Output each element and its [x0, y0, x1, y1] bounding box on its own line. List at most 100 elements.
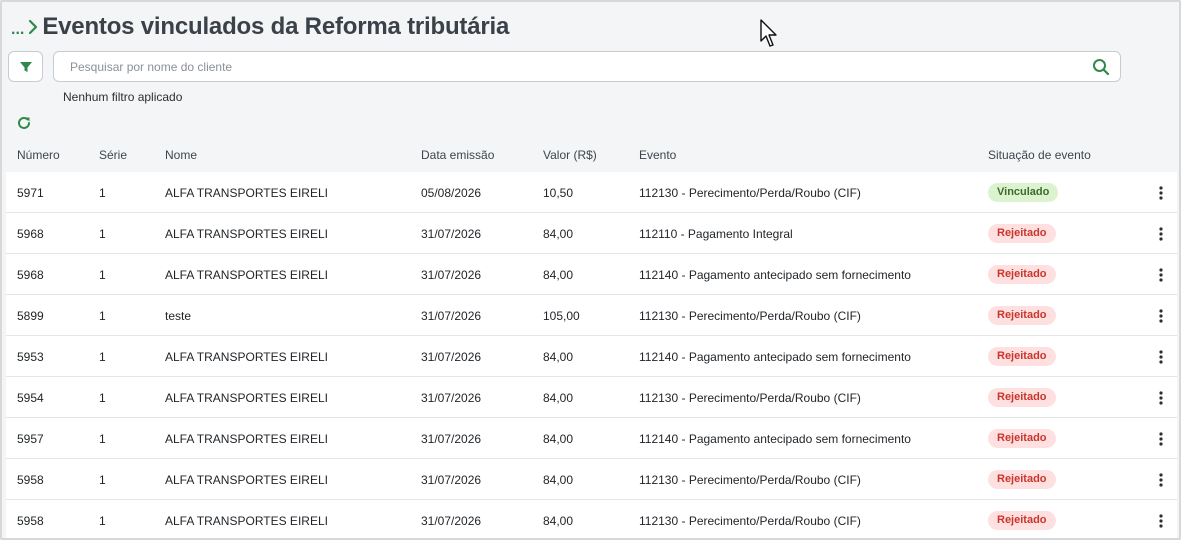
- more-vertical-icon[interactable]: [1152, 184, 1170, 202]
- cell-numero: 5953: [17, 350, 44, 364]
- filter-status-text: Nenhum filtro aplicado: [63, 90, 183, 104]
- cell-nome: ALFA TRANSPORTES EIRELI: [165, 227, 328, 241]
- cell-numero: 5899: [17, 309, 44, 323]
- cell-serie: 1: [99, 186, 106, 200]
- cell-nome: ALFA TRANSPORTES EIRELI: [165, 268, 328, 282]
- cell-evento: 112140 - Pagamento antecipado sem fornec…: [639, 268, 911, 282]
- cell-nome: ALFA TRANSPORTES EIRELI: [165, 350, 328, 364]
- cell-numero: 5958: [17, 473, 44, 487]
- status-badge: Rejeitado: [988, 511, 1056, 530]
- cell-data-emissao: 31/07/2026: [421, 309, 482, 323]
- cell-nome: teste: [165, 309, 192, 323]
- column-header-serie[interactable]: Série: [99, 148, 127, 162]
- cell-serie: 1: [99, 350, 106, 364]
- breadcrumb: ... Eventos vinculados da Reforma tribut…: [11, 12, 509, 42]
- column-header-numero[interactable]: Número: [17, 148, 60, 162]
- search-box: [53, 51, 1121, 82]
- cell-data-emissao: 31/07/2026: [421, 514, 482, 528]
- column-header-data-emissao[interactable]: Data emissão: [421, 148, 494, 162]
- cell-data-emissao: 05/08/2026: [421, 186, 482, 200]
- cell-nome: ALFA TRANSPORTES EIRELI: [165, 391, 328, 405]
- cell-numero: 5958: [17, 514, 44, 528]
- table-row[interactable]: 5968 1 ALFA TRANSPORTES EIRELI 31/07/2026 84…: [6, 254, 1177, 295]
- cell-numero: 5968: [17, 227, 44, 241]
- cell-numero: 5957: [17, 432, 44, 446]
- table-row[interactable]: 5958 1 ALFA TRANSPORTES EIRELI 31/07/2026 84…: [6, 459, 1177, 500]
- column-header-situacao[interactable]: Situação de evento: [988, 148, 1091, 162]
- refresh-icon[interactable]: [16, 115, 32, 131]
- cell-serie: 1: [99, 514, 106, 528]
- cell-valor: 84,00: [543, 514, 574, 528]
- status-badge: Rejeitado: [988, 429, 1056, 448]
- cell-valor: 84,00: [543, 432, 574, 446]
- cell-evento: 112130 - Perecimento/Perda/Roubo (CIF): [639, 309, 861, 323]
- cell-data-emissao: 31/07/2026: [421, 473, 482, 487]
- column-header-nome[interactable]: Nome: [165, 148, 197, 162]
- more-vertical-icon[interactable]: [1152, 389, 1170, 407]
- cell-data-emissao: 31/07/2026: [421, 432, 482, 446]
- search-input[interactable]: [54, 52, 1092, 81]
- table-body: 5971 1 ALFA TRANSPORTES EIRELI 05/08/2026 10…: [6, 172, 1177, 538]
- cell-evento: 112140 - Pagamento antecipado sem fornec…: [639, 350, 911, 364]
- filter-button[interactable]: [8, 51, 43, 82]
- cell-valor: 84,00: [543, 227, 574, 241]
- cell-valor: 10,50: [543, 186, 574, 200]
- app-window: ... Eventos vinculados da Reforma tribut…: [0, 0, 1181, 540]
- table-row[interactable]: 5957 1 ALFA TRANSPORTES EIRELI 31/07/2026 84…: [6, 418, 1177, 459]
- cell-nome: ALFA TRANSPORTES EIRELI: [165, 186, 328, 200]
- cell-serie: 1: [99, 268, 106, 282]
- cell-nome: ALFA TRANSPORTES EIRELI: [165, 473, 328, 487]
- more-vertical-icon[interactable]: [1152, 348, 1170, 366]
- cell-evento: 112140 - Pagamento antecipado sem fornec…: [639, 432, 911, 446]
- cell-numero: 5968: [17, 268, 44, 282]
- status-badge: Rejeitado: [988, 388, 1056, 407]
- more-vertical-icon[interactable]: [1152, 266, 1170, 284]
- table-row[interactable]: 5968 1 ALFA TRANSPORTES EIRELI 31/07/2026 84…: [6, 213, 1177, 254]
- cell-numero: 5971: [17, 186, 44, 200]
- cell-data-emissao: 31/07/2026: [421, 391, 482, 405]
- breadcrumb-back-link[interactable]: ...: [11, 21, 24, 39]
- more-vertical-icon[interactable]: [1152, 225, 1170, 243]
- cell-serie: 1: [99, 391, 106, 405]
- cell-valor: 84,00: [543, 391, 574, 405]
- column-header-valor[interactable]: Valor (R$): [543, 148, 597, 162]
- status-badge: Vinculado: [988, 183, 1059, 202]
- cell-valor: 84,00: [543, 473, 574, 487]
- table-row[interactable]: 5953 1 ALFA TRANSPORTES EIRELI 31/07/2026 84…: [6, 336, 1177, 377]
- cell-serie: 1: [99, 309, 106, 323]
- cell-nome: ALFA TRANSPORTES EIRELI: [165, 432, 328, 446]
- table-header: Número Série Nome Data emissão Valor (R$…: [6, 142, 1177, 170]
- more-vertical-icon[interactable]: [1152, 430, 1170, 448]
- table-row[interactable]: 5958 1 ALFA TRANSPORTES EIRELI 31/07/2026 84…: [6, 500, 1177, 538]
- cell-numero: 5954: [17, 391, 44, 405]
- cell-data-emissao: 31/07/2026: [421, 227, 482, 241]
- more-vertical-icon[interactable]: [1152, 512, 1170, 530]
- table-row[interactable]: 5899 1 teste 31/07/2026 105,00 112130 - Perec…: [6, 295, 1177, 336]
- search-icon[interactable]: [1092, 58, 1110, 76]
- more-vertical-icon[interactable]: [1152, 471, 1170, 489]
- cell-evento: 112130 - Perecimento/Perda/Roubo (CIF): [639, 391, 861, 405]
- chevron-right-icon: [29, 19, 38, 35]
- cell-serie: 1: [99, 227, 106, 241]
- status-badge: Rejeitado: [988, 470, 1056, 489]
- mouse-pointer-icon: [760, 19, 777, 47]
- status-badge: Rejeitado: [988, 347, 1056, 366]
- column-header-evento[interactable]: Evento: [639, 148, 676, 162]
- cell-nome: ALFA TRANSPORTES EIRELI: [165, 514, 328, 528]
- status-badge: Rejeitado: [988, 265, 1056, 284]
- cell-evento: 112110 - Pagamento Integral: [639, 227, 793, 241]
- cell-valor: 105,00: [543, 309, 580, 323]
- table-row[interactable]: 5971 1 ALFA TRANSPORTES EIRELI 05/08/2026 10…: [6, 172, 1177, 213]
- table-row[interactable]: 5954 1 ALFA TRANSPORTES EIRELI 31/07/2026 84…: [6, 377, 1177, 418]
- status-badge: Rejeitado: [988, 306, 1056, 325]
- cell-evento: 112130 - Perecimento/Perda/Roubo (CIF): [639, 186, 861, 200]
- cell-valor: 84,00: [543, 268, 574, 282]
- more-vertical-icon[interactable]: [1152, 307, 1170, 325]
- filter-funnel-icon: [19, 61, 32, 72]
- cell-valor: 84,00: [543, 350, 574, 364]
- status-badge: Rejeitado: [988, 224, 1056, 243]
- cell-serie: 1: [99, 432, 106, 446]
- cell-evento: 112130 - Perecimento/Perda/Roubo (CIF): [639, 473, 861, 487]
- cell-data-emissao: 31/07/2026: [421, 350, 482, 364]
- cell-serie: 1: [99, 473, 106, 487]
